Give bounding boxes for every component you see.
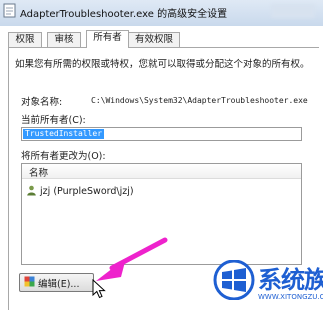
list-item-label: jzj (PurpleSword\jzj): [40, 186, 134, 197]
panel-description: 如果您有所需的权限或特权，您就可以取得或分配这个对象的所有权。: [15, 59, 310, 70]
windows-logo-icon: [213, 260, 255, 300]
window-title: AdapterTroubleshooter.exe 的高级安全设置: [20, 9, 228, 20]
title-bar: AdapterTroubleshooter.exe 的高级安全设置: [0, 0, 323, 26]
object-name-label: 对象名称:: [21, 97, 63, 108]
list-header[interactable]: 名称: [22, 164, 301, 179]
shield-icon: [24, 276, 35, 287]
object-name-value: C:\Windows\System32\AdapterTroubleshoote…: [91, 96, 308, 105]
edit-button-label: 编辑(E)...: [38, 279, 80, 290]
list-header-name: 名称: [29, 168, 49, 179]
current-owner-label: 当前所有者(C):: [21, 115, 86, 126]
watermark: 系统族 WWW.XITONGZU.COM: [212, 258, 323, 309]
tab-permissions[interactable]: 权限: [8, 32, 42, 47]
user-icon: [27, 185, 36, 196]
current-owner-value: TrustedInstaller: [23, 129, 105, 139]
tab-auditing[interactable]: 审核: [47, 32, 81, 47]
document-icon: [3, 3, 16, 18]
change-owner-label: 将所有者更改为(O):: [21, 151, 106, 162]
window-controls[interactable]: [271, 4, 315, 18]
tab-owner[interactable]: 所有者: [86, 30, 129, 48]
tab-strip: 权限 审核 所有者 有效权限: [8, 30, 318, 48]
current-owner-field[interactable]: TrustedInstaller: [21, 127, 302, 141]
watermark-brand: 系统族: [258, 266, 323, 294]
cursor-icon: [92, 279, 106, 299]
owner-list[interactable]: 名称 jzj (PurpleSword\jzj): [21, 163, 302, 265]
watermark-url: WWW.XITONGZU.COM: [258, 293, 323, 301]
edit-button[interactable]: 编辑(E)...: [19, 273, 94, 292]
tab-effective-permissions[interactable]: 有效权限: [128, 32, 180, 47]
list-item[interactable]: jzj (PurpleSword\jzj): [26, 185, 134, 197]
